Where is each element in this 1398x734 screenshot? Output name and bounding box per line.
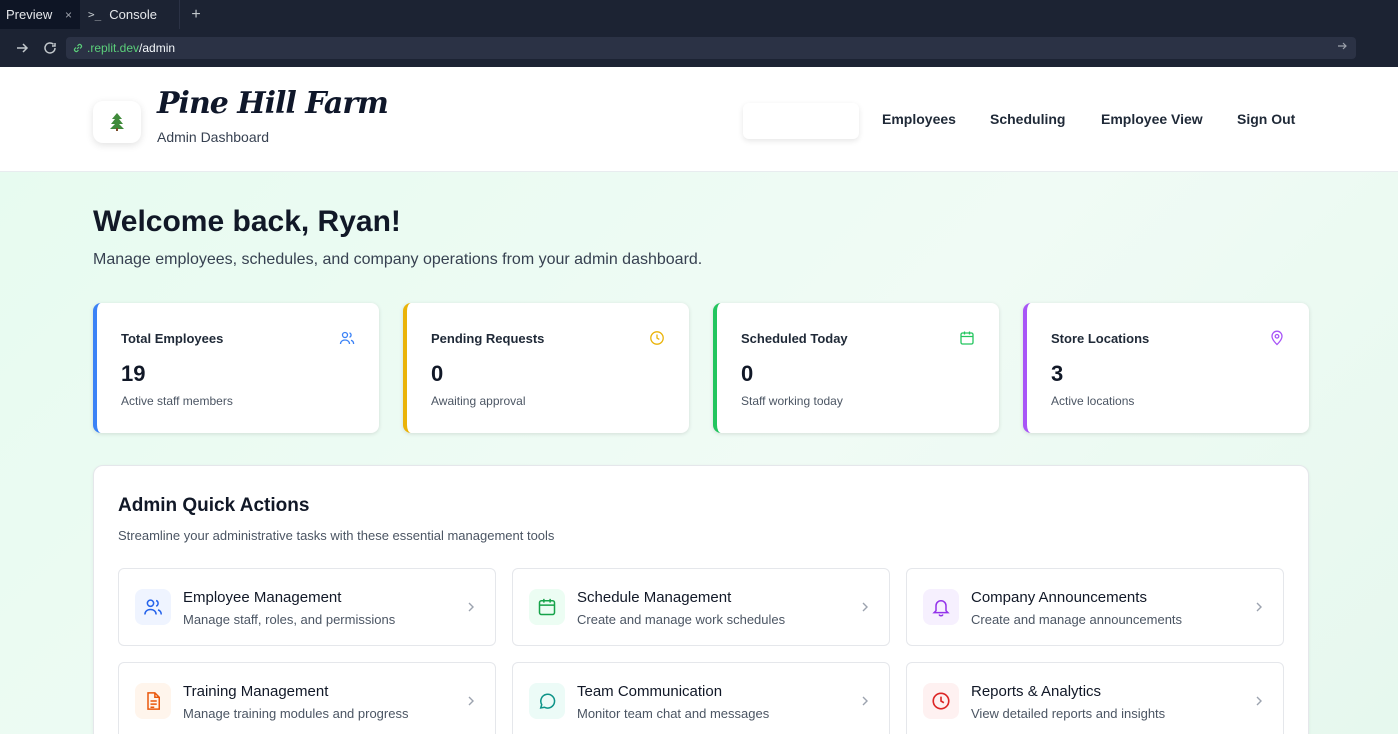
map-pin-icon (1271, 330, 1283, 346)
go-arrow-icon[interactable] (1336, 40, 1348, 55)
close-tab-icon[interactable]: × (65, 8, 72, 22)
brand-subtitle: Admin Dashboard (157, 129, 270, 145)
action-description: View detailed reports and insights (971, 706, 1166, 721)
document-icon (135, 683, 171, 719)
nav-sign-out[interactable]: Sign Out (1237, 111, 1295, 127)
quick-actions-subtitle: Streamline your administrative tasks wit… (118, 528, 555, 543)
action-schedule-management[interactable]: Schedule Management Create and manage wo… (512, 568, 890, 646)
action-title: Team Communication (577, 683, 723, 700)
tab-console[interactable]: >_ Console (80, 0, 180, 29)
link-icon (73, 43, 83, 53)
action-description: Create and manage announcements (971, 612, 1183, 627)
browser-url-bar: .replit.dev /admin (0, 29, 1398, 67)
tab-console-label: Console (109, 7, 157, 22)
admin-quick-actions-panel: Admin Quick Actions Streamline your admi… (93, 465, 1309, 734)
action-description: Manage staff, roles, and permissions (183, 612, 396, 627)
chat-bubble-icon (529, 683, 565, 719)
chevron-right-icon (1256, 602, 1262, 612)
stat-title: Pending Requests (431, 331, 545, 346)
site-header: Pine Hill Farm Admin Dashboard Employees… (0, 67, 1398, 172)
welcome-title: Welcome back, Ryan! (93, 205, 401, 238)
action-team-communication[interactable]: Team Communication Monitor team chat and… (512, 662, 890, 734)
stat-description: Staff working today (741, 394, 843, 408)
main-content: Welcome back, Ryan! Manage employees, sc… (0, 172, 1398, 734)
stat-card-pending-requests: Pending Requests 0 Awaiting approval (403, 303, 689, 433)
stat-title: Store Locations (1051, 331, 1150, 346)
action-title: Company Announcements (971, 589, 1147, 606)
forward-icon[interactable] (8, 34, 36, 62)
chevron-right-icon (862, 696, 868, 706)
action-title: Schedule Management (577, 589, 732, 606)
action-training-management[interactable]: Training Management Manage training modu… (118, 662, 496, 734)
add-tab-button[interactable]: + (180, 0, 212, 29)
header-blank-button[interactable] (743, 103, 859, 139)
users-icon (339, 331, 355, 345)
action-description: Manage training modules and progress (183, 706, 409, 721)
action-title: Training Management (183, 683, 329, 700)
logo[interactable] (93, 101, 141, 143)
stat-value: 0 (431, 361, 444, 386)
action-description: Monitor team chat and messages (577, 706, 770, 721)
chevron-right-icon (862, 602, 868, 612)
url-path: /admin (139, 41, 176, 55)
quick-actions-title: Admin Quick Actions (118, 495, 310, 516)
action-title: Employee Management (183, 589, 342, 606)
calendar-icon (529, 589, 565, 625)
url-input[interactable]: .replit.dev /admin (66, 37, 1356, 59)
stat-title: Scheduled Today (741, 331, 848, 346)
stat-value: 0 (741, 361, 754, 386)
chevron-right-icon (468, 602, 474, 612)
action-description: Create and manage work schedules (577, 612, 786, 627)
nav-scheduling[interactable]: Scheduling (990, 111, 1065, 127)
nav-employee-view[interactable]: Employee View (1101, 111, 1203, 127)
calendar-icon (960, 331, 974, 345)
stat-value: 19 (121, 361, 146, 386)
reload-icon[interactable] (36, 34, 64, 62)
nav-employees[interactable]: Employees (882, 111, 956, 127)
stat-value: 3 (1051, 361, 1064, 386)
action-title: Reports & Analytics (971, 683, 1102, 700)
browser-tab-bar: Preview × >_ Console + (0, 0, 1398, 29)
url-domain: .replit.dev (87, 41, 140, 55)
clock-icon (650, 331, 664, 345)
pine-tree-icon (110, 113, 124, 131)
action-reports-analytics[interactable]: Reports & Analytics View detailed report… (906, 662, 1284, 734)
chevron-right-icon (468, 696, 474, 706)
terminal-icon: >_ (88, 8, 102, 21)
bell-icon (923, 589, 959, 625)
chevron-right-icon (1256, 696, 1262, 706)
stat-card-total-employees: Total Employees 19 Active staff members (93, 303, 379, 433)
welcome-subtitle: Manage employees, schedules, and company… (93, 251, 703, 268)
stat-title: Total Employees (121, 331, 224, 346)
action-employee-management[interactable]: Employee Management Manage staff, roles,… (118, 568, 496, 646)
stat-description: Active staff members (121, 394, 233, 408)
stat-description: Awaiting approval (431, 394, 526, 408)
tab-preview[interactable]: Preview × (0, 0, 80, 29)
stat-card-scheduled-today: Scheduled Today 0 Staff working today (713, 303, 999, 433)
stat-card-store-locations: Store Locations 3 Active locations (1023, 303, 1309, 433)
stat-description: Active locations (1051, 394, 1135, 408)
brand-name: Pine Hill Farm (157, 86, 389, 121)
tab-preview-label: Preview (6, 7, 53, 22)
action-company-announcements[interactable]: Company Announcements Create and manage … (906, 568, 1284, 646)
clock-icon (923, 683, 959, 719)
users-icon (135, 589, 171, 625)
